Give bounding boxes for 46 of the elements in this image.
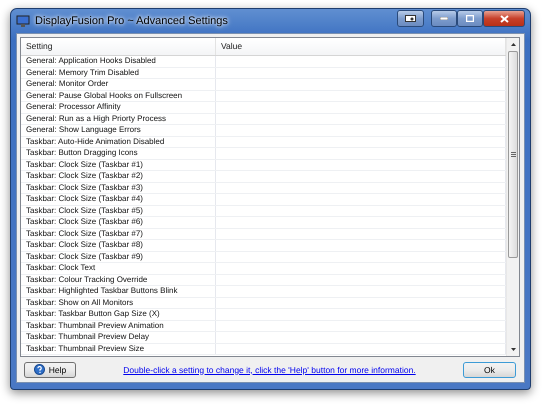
scrollbar-thumb[interactable] bbox=[508, 51, 518, 258]
setting-cell[interactable]: Taskbar: Taskbar Button Gap Size (X) bbox=[21, 309, 216, 320]
setting-cell[interactable]: Taskbar: Thumbnail Preview Delay bbox=[21, 332, 216, 342]
setting-cell[interactable]: Taskbar: Show on All Monitors bbox=[21, 298, 216, 308]
setting-cell[interactable]: Taskbar: Button Dragging Icons bbox=[21, 148, 216, 158]
close-icon bbox=[500, 14, 508, 22]
setting-cell[interactable]: Taskbar: Clock Size (Taskbar #5) bbox=[21, 206, 216, 216]
setting-cell[interactable]: Taskbar: Clock Size (Taskbar #3) bbox=[21, 182, 216, 193]
setting-cell[interactable]: Taskbar: Clock Size (Taskbar #2) bbox=[21, 171, 216, 182]
minimize-icon bbox=[440, 17, 448, 20]
scroll-up-icon bbox=[510, 43, 516, 46]
setting-cell[interactable]: General: Memory Trim Disabled bbox=[21, 68, 216, 78]
monitor-icon bbox=[16, 14, 30, 28]
setting-cell[interactable]: Taskbar: Clock Size (Taskbar #4) bbox=[21, 194, 216, 204]
setting-cell[interactable]: Taskbar: Clock Size (Taskbar #8) bbox=[21, 240, 216, 250]
setting-cell[interactable]: Taskbar: Clock Text bbox=[21, 263, 216, 274]
monitor-icon bbox=[405, 14, 416, 22]
ok-button[interactable]: Ok bbox=[462, 362, 516, 378]
setting-cell[interactable]: Taskbar: Clock Size (Taskbar #9) bbox=[21, 252, 216, 262]
setting-cell[interactable]: Taskbar: Clock Size (Taskbar #6) bbox=[21, 217, 216, 228]
setting-cell[interactable]: General: Monitor Order bbox=[21, 79, 216, 90]
help-hint-link[interactable]: Double-click a setting to change it, click the 'Help' button for more information. bbox=[123, 364, 416, 374]
column-header[interactable]: Setting bbox=[21, 38, 216, 55]
setting-cell[interactable]: Taskbar: Thumbnail Preview Size bbox=[21, 344, 216, 354]
setting-cell[interactable]: General: Application Hooks Disabled bbox=[21, 56, 216, 66]
setting-cell[interactable]: Taskbar: Clock Size (Taskbar #7) bbox=[21, 228, 216, 239]
scroll-down-icon bbox=[510, 348, 516, 351]
minimize-button[interactable] bbox=[431, 10, 457, 27]
setting-cell[interactable]: General: Run as a High Priorty Process bbox=[21, 114, 216, 124]
setting-cell[interactable]: Taskbar: Colour Tracking Override bbox=[21, 274, 216, 285]
maximize-button[interactable] bbox=[457, 10, 483, 27]
monitor-button[interactable] bbox=[397, 10, 424, 27]
setting-cell[interactable]: Taskbar: Highlighted Taskbar Buttons Blink bbox=[21, 286, 216, 296]
setting-cell[interactable]: Taskbar: Clock Size (Taskbar #1) bbox=[21, 160, 216, 170]
help-icon bbox=[34, 364, 45, 375]
help-button[interactable]: Help bbox=[24, 362, 76, 378]
setting-cell[interactable]: Taskbar: Thumbnail Preview Animation bbox=[21, 320, 216, 331]
window-title: DisplayFusion Pro ~ Advanced Settings bbox=[35, 15, 229, 27]
setting-cell[interactable]: General: Processor Affinity bbox=[21, 102, 216, 112]
setting-cell[interactable]: General: Pause Global Hooks on Fullscreen bbox=[21, 90, 216, 101]
maximize-icon bbox=[466, 15, 474, 22]
close-button[interactable] bbox=[483, 10, 525, 27]
setting-cell[interactable]: General: Show Language Errors bbox=[21, 125, 216, 136]
grip-icon bbox=[510, 152, 516, 157]
scrollbar[interactable] bbox=[506, 38, 519, 356]
setting-cell[interactable]: Taskbar: Auto-Hide Animation Disabled bbox=[21, 136, 216, 147]
